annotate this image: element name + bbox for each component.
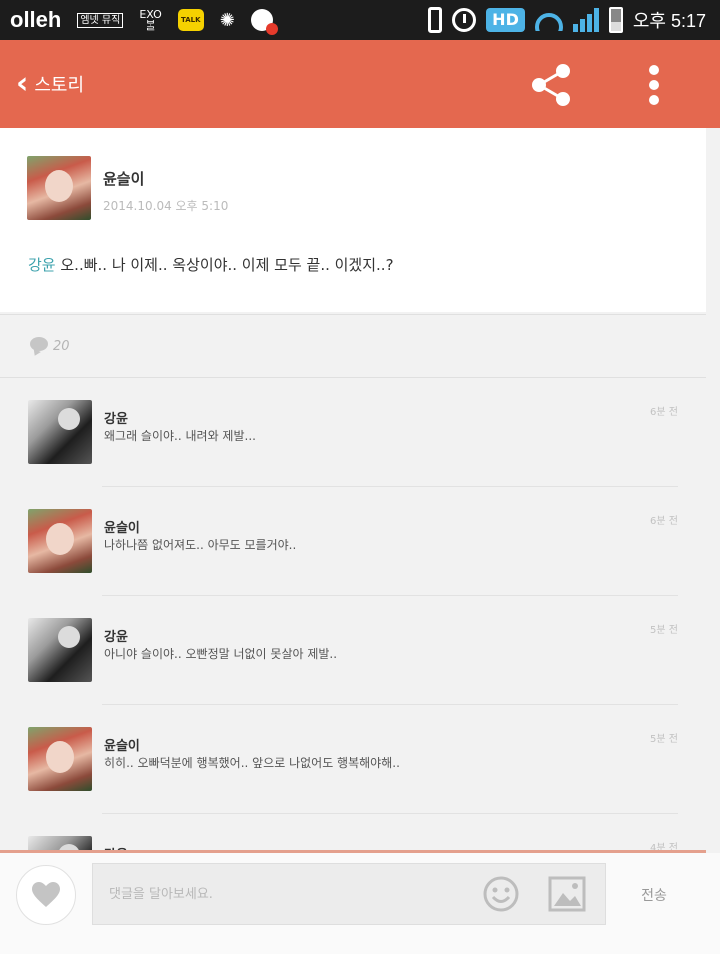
post-date: 2014.10.04 오후 5:10 [103, 199, 229, 213]
disc-alert-icon [250, 9, 278, 35]
comment-text: 아니야 슬이야.. 오빤정말 너없이 못살아 제발.. [104, 647, 338, 661]
post-text: 오..빠.. 나 이제.. 옥상이야.. 이제 모두 끝.. 이겠지..? [55, 256, 394, 274]
comment-author[interactable]: 윤슬이 [104, 517, 140, 536]
back-label: 스토리 [34, 75, 85, 96]
comment-time: 6분 전 [650, 516, 678, 527]
comment-composer: 전송 [0, 853, 720, 954]
comment-author[interactable]: 강윤 [104, 626, 128, 645]
carrier-name: olleh [10, 7, 62, 32]
image-icon[interactable] [548, 875, 586, 913]
post-body: 강윤 오..빠.. 나 이제.. 옥상이야.. 이제 모두 끝.. 이겠지..? [28, 254, 394, 275]
comment-count-bar: 20 [0, 314, 706, 378]
list-item: 강윤 왜그래 슬이야.. 내려와 제발... 6분 전 [0, 378, 706, 487]
back-chevron-icon: ‹ [16, 66, 29, 101]
avatar[interactable] [28, 618, 92, 682]
comment-count: 20 [53, 339, 70, 354]
wifi-icon [534, 9, 563, 31]
story-post: 윤슬이 2014.10.04 오후 5:10 강윤 오..빠.. 나 이제.. … [0, 128, 706, 312]
comment-text: 왜그래 슬이야.. 내려와 제발... [104, 429, 256, 443]
comment-text: 히히.. 오빠덕분에 행복했어.. 앞으로 나없어도 행복해야해.. [104, 756, 400, 770]
avatar[interactable] [27, 156, 91, 220]
alarm-icon [452, 8, 477, 32]
comment-time: 5분 전 [650, 625, 678, 636]
share-icon[interactable] [528, 62, 574, 108]
signal-icon [572, 8, 599, 32]
comment-time: 6분 전 [650, 407, 678, 418]
emoji-icon[interactable] [482, 875, 520, 913]
like-button[interactable] [16, 865, 76, 925]
status-bar: olleh 엠넷 뮤직 EXO ᄇᆞᆯ TALK ✺ HD 오후 5:17 [0, 0, 720, 40]
avatar[interactable] [28, 509, 92, 573]
more-vertical-icon[interactable] [642, 62, 666, 108]
comment-bubble-icon [30, 337, 48, 351]
exo-icon: EXO ᄇᆞᆯ [139, 8, 162, 32]
list-item: 강윤 아니야 슬이야.. 오빤정말 너없이 못살아 제발.. 5분 전 [0, 596, 706, 705]
comment-text: 나하나쯤 없어져도.. 아무도 모를거야.. [104, 538, 297, 552]
app-header: ‹ 스토리 [0, 40, 720, 128]
mention-link[interactable]: 강윤 [28, 256, 56, 274]
vibrate-icon [428, 7, 443, 33]
comment-author[interactable]: 강윤 [104, 408, 128, 427]
system-icons: HD 오후 5:17 [428, 0, 706, 40]
list-item: 윤슬이 나하나쯤 없어져도.. 아무도 모를거야.. 6분 전 [0, 487, 706, 596]
brightness-icon: ✺ [219, 9, 235, 31]
comment-time: 5분 전 [650, 734, 678, 745]
avatar[interactable] [28, 727, 92, 791]
back-button[interactable]: ‹ 스토리 [16, 69, 84, 99]
post-author[interactable]: 윤슬이 [103, 168, 144, 189]
send-button[interactable]: 전송 [622, 881, 686, 911]
comment-input[interactable] [92, 863, 606, 925]
notification-icons: 엠넷 뮤직 EXO ᄇᆞᆯ TALK ✺ [77, 8, 278, 35]
battery-icon [608, 7, 623, 33]
kakaotalk-icon: TALK [177, 9, 204, 31]
heart-icon [32, 882, 60, 907]
clock-time: 오후 5:17 [632, 11, 706, 31]
comment-list[interactable]: 강윤 왜그래 슬이야.. 내려와 제발... 6분 전 윤슬이 나하나쯤 없어져… [0, 378, 706, 852]
hd-icon: HD [486, 8, 525, 32]
list-item: 윤슬이 히히.. 오빠덕분에 행복했어.. 앞으로 나없어도 행복해야해.. 5… [0, 705, 706, 814]
music-app-icon: 엠넷 뮤직 [77, 12, 124, 28]
comment-author[interactable]: 윤슬이 [104, 735, 140, 754]
list-item: 강윤 4분 전 [0, 814, 706, 852]
avatar[interactable] [28, 400, 92, 464]
